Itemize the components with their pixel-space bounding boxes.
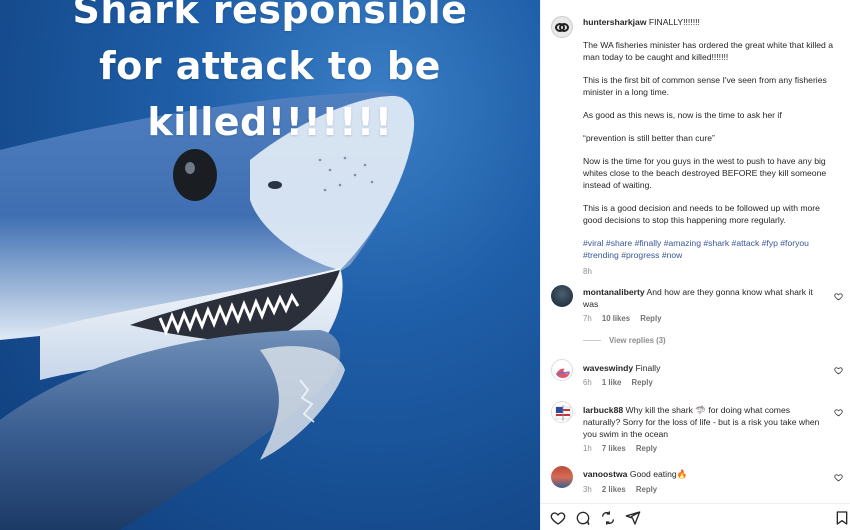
comment-time[interactable]: 6h bbox=[583, 378, 592, 387]
overlay-line-2: for attack to be bbox=[99, 44, 441, 88]
comment-likes[interactable]: 1 like bbox=[602, 378, 622, 387]
comment-time[interactable]: 3h bbox=[583, 485, 592, 494]
comment-likes[interactable]: 2 likes bbox=[602, 485, 626, 494]
comments-panel: huntersharkjaw FINALLY!!!!!!! The WA fis… bbox=[540, 0, 850, 530]
post-action-bar bbox=[541, 503, 850, 530]
comment-text: Finally bbox=[635, 363, 661, 373]
post-timestamp[interactable]: 8h bbox=[583, 266, 841, 278]
caption-paragraph: Now is the time for you guys in the west… bbox=[583, 156, 827, 190]
reply-button[interactable]: Reply bbox=[640, 314, 661, 323]
reply-button[interactable]: Reply bbox=[636, 485, 657, 494]
share-icon[interactable] bbox=[600, 510, 616, 526]
post-image[interactable]: Shark responsible for attack to be kille… bbox=[0, 0, 540, 530]
comment-text: Good eating🔥 bbox=[629, 469, 688, 479]
comment-body: waveswindy Finally bbox=[583, 362, 829, 374]
bookmark-icon[interactable] bbox=[834, 510, 850, 526]
send-icon[interactable] bbox=[625, 510, 641, 526]
caption-paragraph: This is the first bit of common sense I'… bbox=[583, 75, 827, 97]
wave-avatar-icon bbox=[556, 368, 570, 378]
comment-time[interactable]: 1h bbox=[583, 444, 592, 453]
heart-icon[interactable] bbox=[834, 408, 843, 417]
comment-meta: 6h 1 like Reply bbox=[583, 378, 653, 387]
comment-icon[interactable] bbox=[575, 510, 591, 526]
comment-body: larbuck88 Why kill the shark 🦈 for doing… bbox=[583, 404, 829, 440]
commenter-avatar[interactable] bbox=[551, 285, 573, 307]
image-overlay-caption: Shark responsible for attack to be kille… bbox=[0, 0, 540, 150]
reply-button[interactable]: Reply bbox=[636, 444, 657, 453]
comment-meta: 7h 10 likes Reply bbox=[583, 314, 661, 323]
comment-body: vanoostwa Good eating🔥 bbox=[583, 468, 829, 480]
commenter-avatar[interactable] bbox=[551, 401, 573, 423]
overlay-line-3: killed!!!!!!! bbox=[147, 100, 393, 144]
comment-meta: 3h 2 likes Reply bbox=[583, 485, 657, 494]
heart-icon[interactable] bbox=[834, 473, 843, 482]
commenter-avatar[interactable] bbox=[551, 359, 573, 381]
comment-meta: 1h 7 likes Reply bbox=[583, 444, 657, 453]
comment-time[interactable]: 7h bbox=[583, 314, 592, 323]
view-replies-button[interactable]: View replies (3) bbox=[583, 336, 666, 345]
caption-hashtags[interactable]: #viral #share #finally #amazing #shark #… bbox=[583, 237, 841, 261]
post-caption: huntersharkjaw FINALLY!!!!!!! The WA fis… bbox=[583, 16, 841, 278]
comment-body: montanaliberty And how are they gonna kn… bbox=[583, 286, 829, 310]
comment-username[interactable]: vanoostwa bbox=[583, 469, 627, 479]
author-username[interactable]: huntersharkjaw bbox=[583, 17, 647, 27]
commenter-avatar[interactable] bbox=[551, 466, 573, 488]
comment-likes[interactable]: 10 likes bbox=[602, 314, 630, 323]
comment-username[interactable]: larbuck88 bbox=[583, 405, 623, 415]
caption-first-line: FINALLY!!!!!!! bbox=[648, 17, 700, 27]
reply-button[interactable]: Reply bbox=[632, 378, 653, 387]
caption-paragraph: “prevention is still better than cure” bbox=[583, 133, 715, 143]
comment-likes[interactable]: 7 likes bbox=[602, 444, 626, 453]
comments-scroll-area[interactable]: huntersharkjaw FINALLY!!!!!!! The WA fis… bbox=[541, 0, 850, 503]
caption-paragraph: This is a good decision and needs to be … bbox=[583, 203, 820, 225]
author-avatar[interactable] bbox=[551, 16, 573, 38]
comment-username[interactable]: montanaliberty bbox=[583, 287, 645, 297]
heart-icon[interactable] bbox=[834, 366, 843, 375]
caption-paragraph: The WA fisheries minister has ordered th… bbox=[583, 40, 833, 62]
heart-icon[interactable] bbox=[550, 510, 566, 526]
flag-avatar-icon bbox=[555, 405, 571, 421]
caption-paragraph: As good as this news is, now is the time… bbox=[583, 110, 782, 120]
comment-username[interactable]: waveswindy bbox=[583, 363, 633, 373]
heart-icon[interactable] bbox=[834, 292, 843, 301]
hashtag-list[interactable]: #viral #share #finally #amazing #shark #… bbox=[583, 238, 809, 260]
overlay-line-1: Shark responsible bbox=[72, 0, 468, 32]
